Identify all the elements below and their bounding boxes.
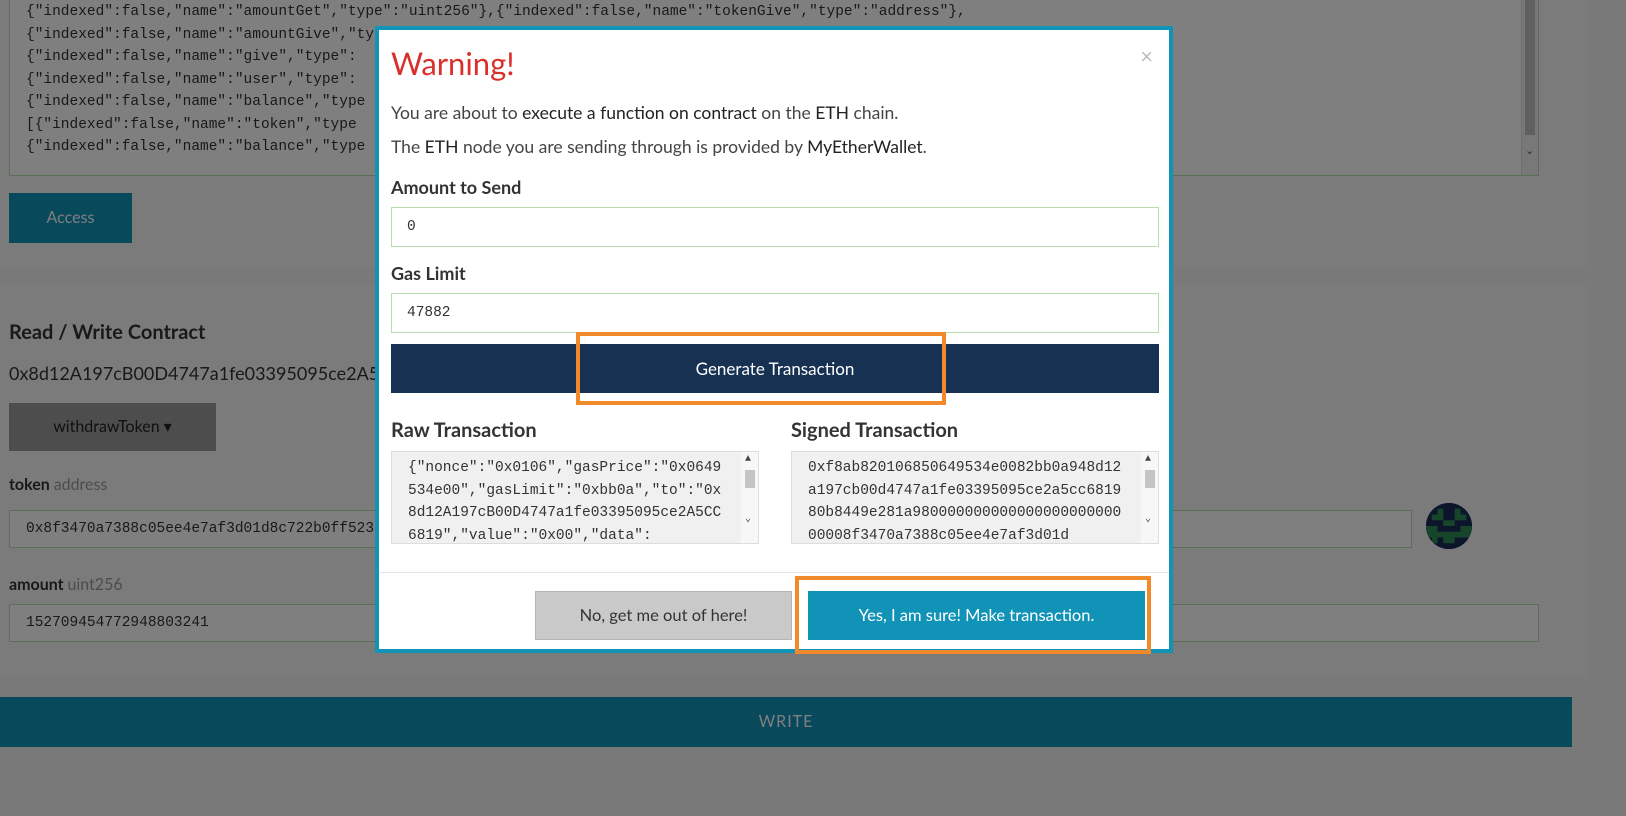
highlight-box-confirm	[795, 576, 1151, 654]
raw-transaction-scrollbar[interactable]: ▲ ⌄	[741, 452, 758, 543]
signed-transaction-title: Signed Transaction	[791, 418, 959, 442]
modal-description-2: The ETH node you are sending through is …	[391, 136, 927, 157]
warning-modal: × Warning! You are about to execute a fu…	[375, 26, 1173, 654]
raw-transaction-textarea[interactable]: {"nonce":"0x0106","gasPrice":"0x0649534e…	[391, 451, 759, 544]
modal-title: Warning!	[391, 44, 515, 82]
gas-limit-label: Gas Limit	[391, 262, 466, 284]
raw-transaction-text: {"nonce":"0x0106","gasPrice":"0x0649534e…	[408, 460, 722, 544]
modal-description-1: You are about to execute a function on c…	[391, 102, 899, 123]
gas-limit-input[interactable]: 47882	[391, 293, 1159, 333]
cancel-button[interactable]: No, get me out of here!	[535, 591, 792, 640]
signed-transaction-textarea[interactable]: 0xf8ab820106850649534e0082bb0a948d12a197…	[791, 451, 1159, 544]
close-icon[interactable]: ×	[1140, 42, 1153, 69]
amount-to-send-label: Amount to Send	[391, 176, 522, 198]
highlight-box-generate	[576, 332, 946, 405]
raw-transaction-title: Raw Transaction	[391, 418, 537, 442]
signed-transaction-text: 0xf8ab820106850649534e0082bb0a948d12a197…	[808, 460, 1122, 544]
signed-transaction-scrollbar[interactable]: ▲ ⌄	[1141, 452, 1158, 543]
amount-to-send-input[interactable]: 0	[391, 207, 1159, 247]
